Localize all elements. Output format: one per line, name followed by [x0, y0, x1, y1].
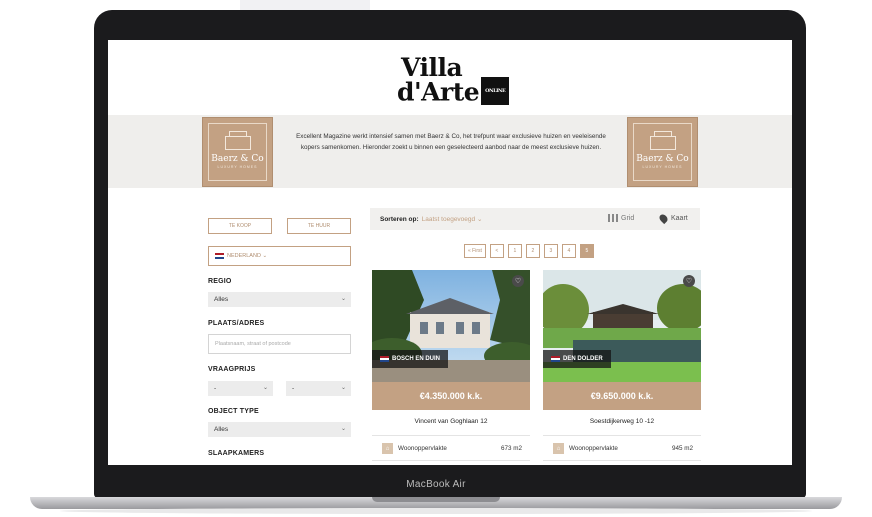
- chevron-down-icon: ⌄: [340, 426, 346, 432]
- home-icon: ⌂: [553, 443, 564, 454]
- location-name: BOSCH EN DUIN: [392, 356, 441, 362]
- grid-icon: [608, 214, 618, 222]
- chevron-down-icon: ⌄: [340, 385, 346, 391]
- sort-bar: Sorteren op: Laatst toegevoegd ⌄ Grid Ka…: [370, 208, 700, 230]
- banner-text: Excellent Magazine werkt intensief samen…: [296, 133, 606, 151]
- house-icon: [224, 130, 251, 150]
- price-max-select[interactable]: - ⌄: [286, 381, 351, 396]
- page-1[interactable]: 1: [507, 244, 522, 258]
- heart-icon[interactable]: ♡: [683, 275, 695, 287]
- chevron-down-icon: ⌄: [260, 253, 268, 259]
- grid-view-toggle[interactable]: Grid: [608, 214, 634, 222]
- price-label: VRAAGPRIJS: [208, 366, 256, 373]
- sort-value: Laatst toegevoegd: [421, 216, 476, 223]
- object-type-select[interactable]: Alles ⌄: [208, 422, 351, 437]
- spec-value: 673 m2: [500, 445, 522, 452]
- chevron-down-icon: ⌄: [262, 385, 268, 391]
- place-input[interactable]: Plaatsnaam, straat of postcode: [208, 334, 351, 354]
- brand-logo-left[interactable]: Baerz & Co LUXURY HOMES: [202, 117, 273, 187]
- laptop-screen: Villa d'Arte ONLINE Baerz & Co LUXURY HOM…: [108, 40, 792, 465]
- results-panel: Sorteren op: Laatst toegevoegd ⌄ Grid Ka…: [370, 208, 702, 465]
- heart-icon[interactable]: ♡: [512, 275, 524, 287]
- map-label: Kaart: [671, 215, 688, 222]
- object-type-label: OBJECT TYPE: [208, 408, 259, 415]
- price-max-value: -: [292, 385, 295, 392]
- listing-price: €9.650.000 k.k.: [543, 382, 701, 410]
- logo-line-2-text: d'Arte: [397, 77, 480, 107]
- listing-address[interactable]: Soestdijkerweg 10 -12: [543, 418, 701, 425]
- page-4[interactable]: 4: [561, 244, 576, 258]
- dutch-flag-icon: [215, 253, 224, 259]
- pagination: « First < 1 2 3 4 5: [464, 244, 594, 258]
- site-logo[interactable]: Villa d'Arte ONLINE: [397, 55, 517, 108]
- region-label: REGIO: [208, 278, 232, 285]
- map-view-toggle[interactable]: Kaart: [657, 212, 688, 225]
- listing-address[interactable]: Vincent van Goghlaan 12: [372, 418, 530, 425]
- spec-label: Woonoppervlakte: [569, 445, 618, 452]
- spec-value: 945 m2: [671, 445, 693, 452]
- listing-price: €4.350.000 k.k.: [372, 382, 530, 410]
- laptop-shadow: [60, 508, 812, 514]
- dutch-flag-icon: [380, 356, 389, 362]
- grid-label: Grid: [621, 214, 635, 222]
- divider: [543, 460, 701, 461]
- rent-button[interactable]: TE HUUR: [287, 218, 351, 234]
- logo-line-2: d'Arte ONLINE: [397, 77, 517, 108]
- region-value: Alles: [214, 296, 229, 303]
- chevron-down-icon: ⌄: [340, 296, 346, 302]
- page-prev[interactable]: <: [489, 244, 504, 258]
- listing-photo[interactable]: DEN DOLDER ♡: [543, 270, 701, 382]
- place-label: PLAATS/ADRES: [208, 320, 265, 327]
- page-5[interactable]: 5: [579, 244, 594, 258]
- brand-name: Baerz & Co: [211, 153, 264, 164]
- laptop-notch: [372, 497, 500, 502]
- brand-subtitle: LUXURY HOMES: [642, 164, 683, 169]
- country-select[interactable]: NEDERLAND ⌄: [208, 246, 351, 266]
- sort-select[interactable]: Laatst toegevoegd ⌄: [422, 215, 483, 223]
- spec-row: ⌂ Woonoppervlakte 945 m2: [553, 443, 693, 454]
- spec-row: ⌂ Woonoppervlakte 673 m2: [382, 443, 522, 454]
- online-badge: ONLINE: [481, 77, 510, 105]
- listing-card[interactable]: DEN DOLDER ♡ €9.650.000 k.k. Soestdijker…: [543, 270, 701, 465]
- location-tag: BOSCH EN DUIN: [372, 350, 449, 368]
- spec-label: Woonoppervlakte: [398, 445, 447, 452]
- bedrooms-label: SLAAPKAMERS: [208, 450, 265, 457]
- page-first[interactable]: « First: [464, 244, 486, 258]
- price-min-value: -: [214, 385, 217, 392]
- map-pin-icon: [657, 212, 670, 225]
- home-icon: ⌂: [382, 443, 393, 454]
- region-select[interactable]: Alles ⌄: [208, 292, 351, 307]
- page-2[interactable]: 2: [525, 244, 540, 258]
- listing-photo[interactable]: BOSCH EN DUIN ♡: [372, 270, 530, 382]
- search-filters: TE KOOP TE HUUR NEDERLAND ⌄ REGIO Alles ⌄…: [202, 208, 356, 465]
- page-3[interactable]: 3: [543, 244, 558, 258]
- divider: [543, 435, 701, 436]
- device-caption: MacBook Air: [406, 479, 466, 490]
- house-icon: [649, 130, 676, 150]
- partner-banner: Baerz & Co LUXURY HOMES Excellent Magazi…: [108, 115, 792, 188]
- listing-card[interactable]: BOSCH EN DUIN ♡ €4.350.000 k.k. Vincent …: [372, 270, 530, 465]
- brand-name: Baerz & Co: [636, 153, 689, 164]
- dutch-flag-icon: [551, 356, 560, 362]
- divider: [372, 435, 530, 436]
- sort-label: Sorteren op:: [380, 215, 419, 223]
- divider: [372, 460, 530, 461]
- price-min-select[interactable]: - ⌄: [208, 381, 273, 396]
- buy-button[interactable]: TE KOOP: [208, 218, 272, 234]
- country-value: NEDERLAND: [227, 253, 261, 259]
- brand-subtitle: LUXURY HOMES: [217, 164, 258, 169]
- brand-logo-right[interactable]: Baerz & Co LUXURY HOMES: [627, 117, 698, 187]
- location-tag: DEN DOLDER: [543, 350, 611, 368]
- location-name: DEN DOLDER: [563, 356, 603, 362]
- object-type-value: Alles: [214, 426, 229, 433]
